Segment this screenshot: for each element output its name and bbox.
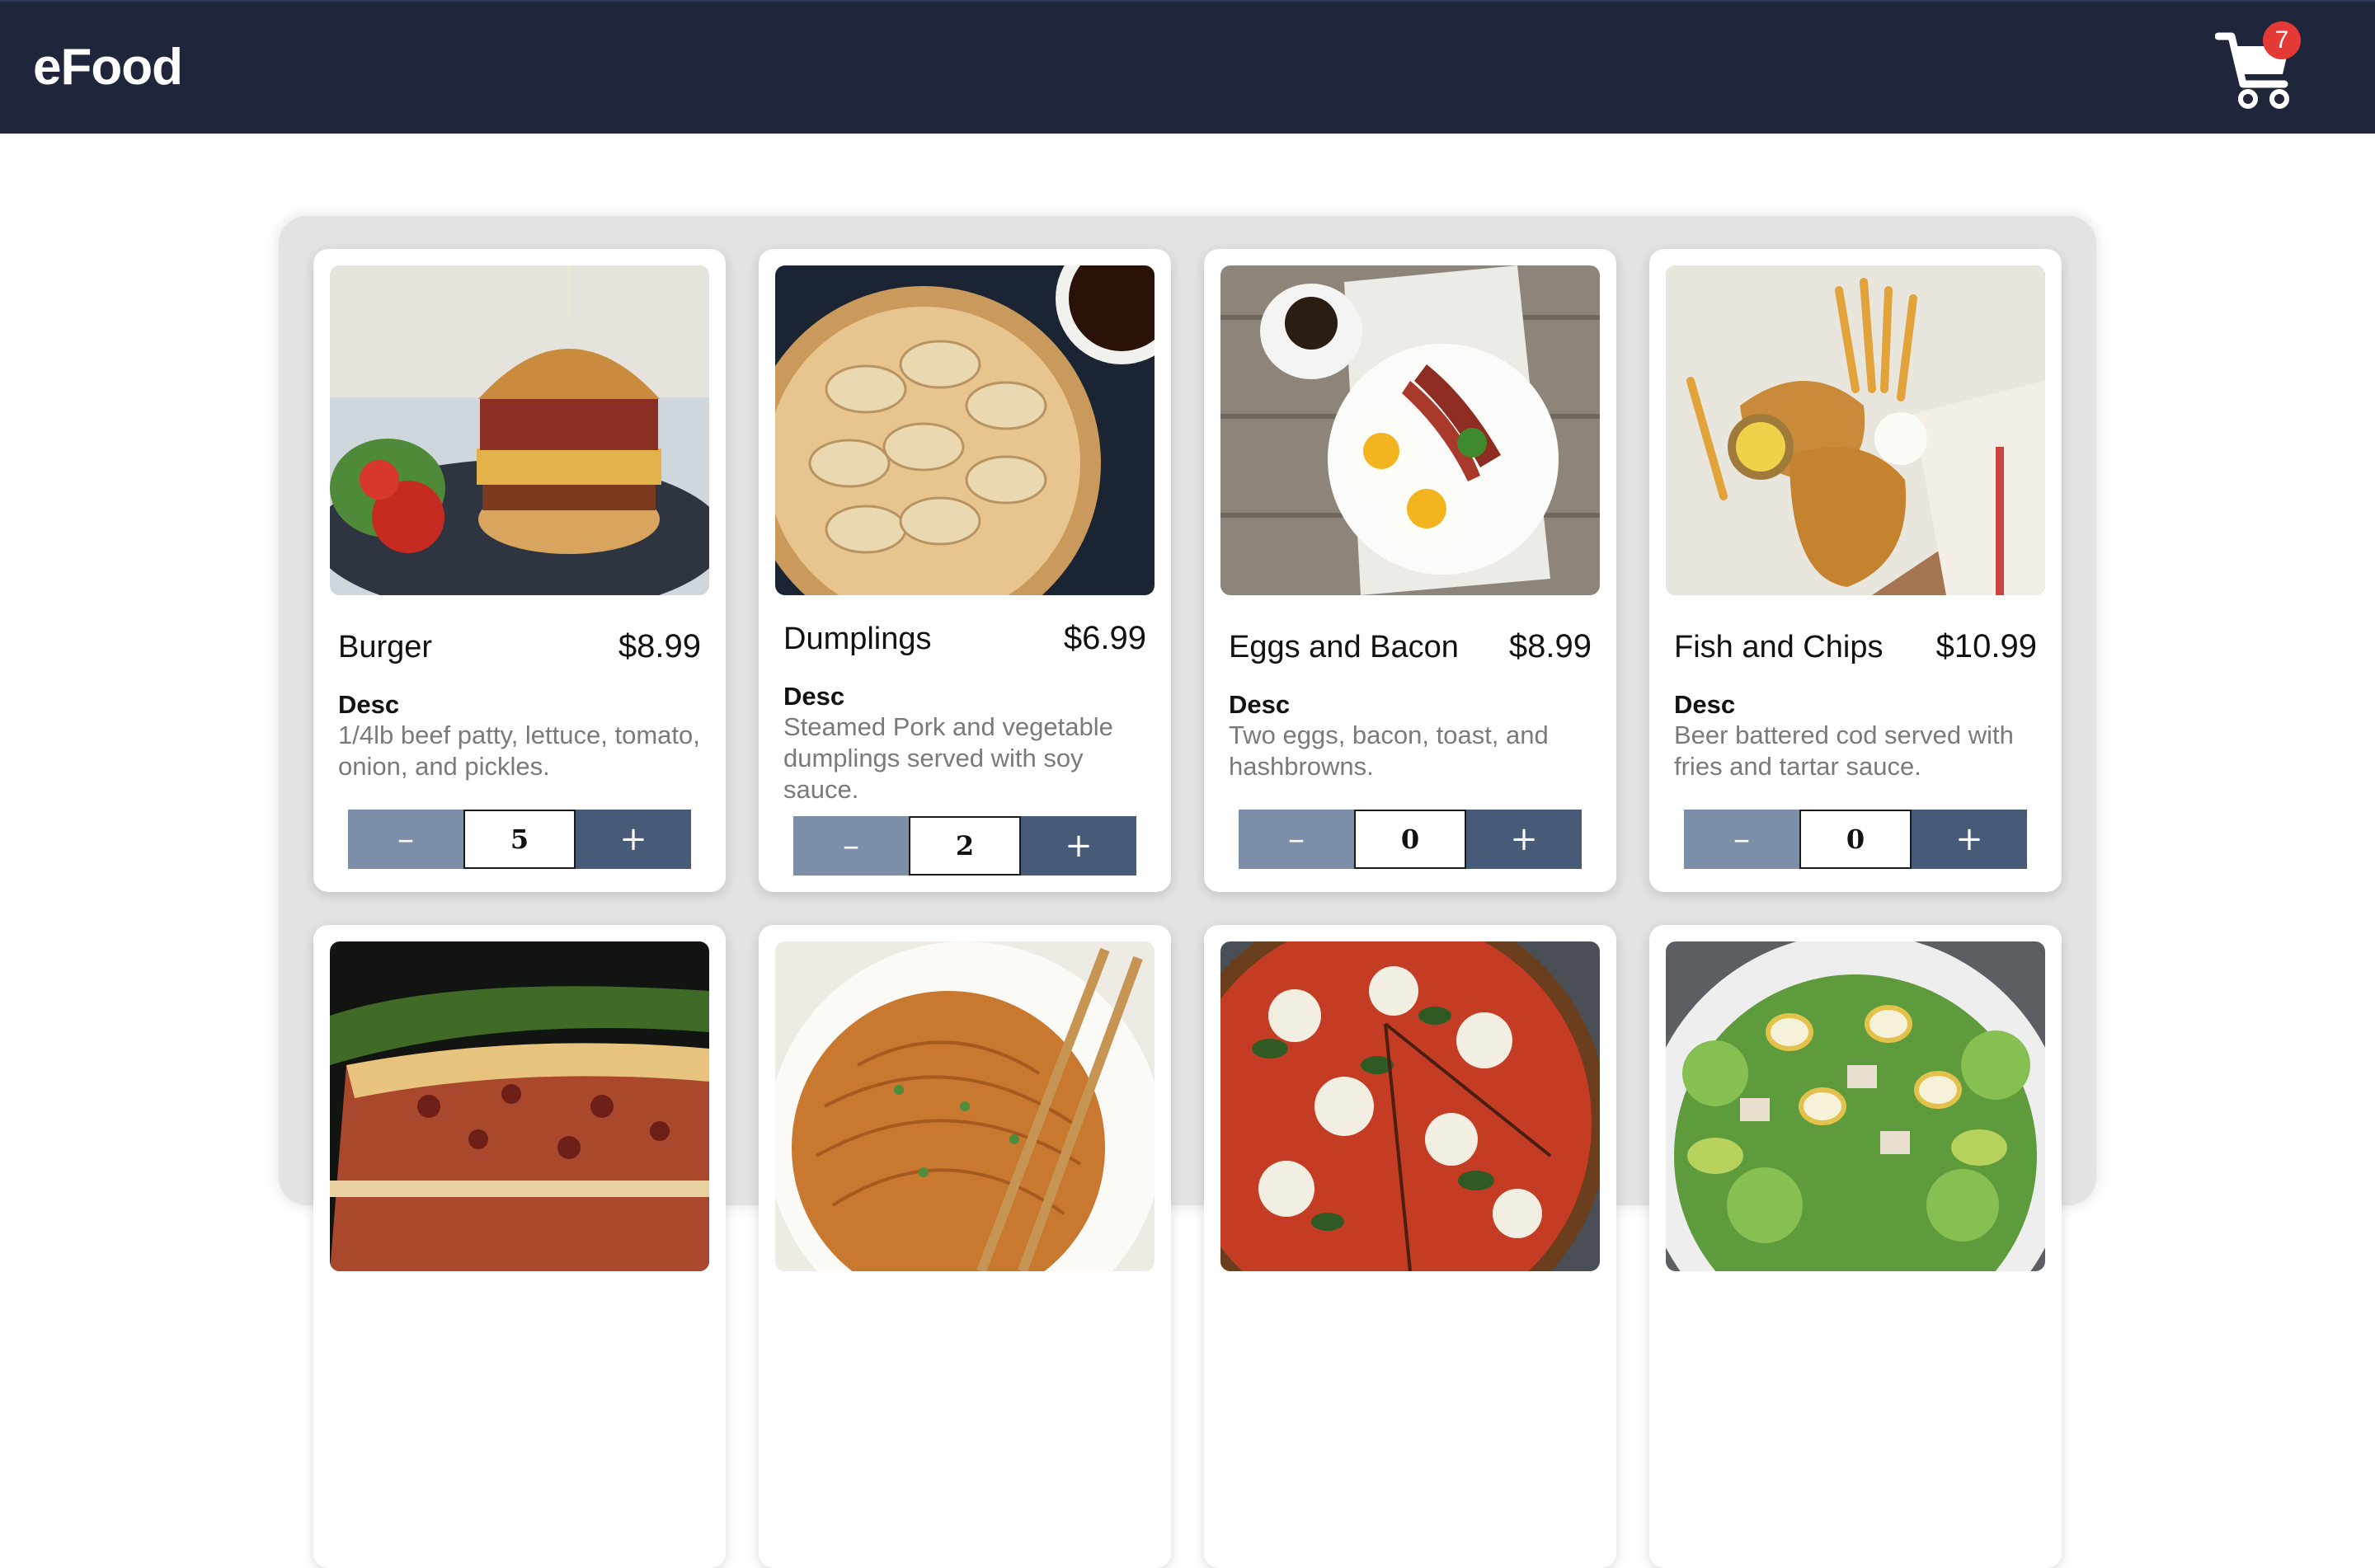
increment-button[interactable]: + bbox=[1021, 816, 1136, 876]
quantity-stepper: – + bbox=[793, 816, 1136, 876]
item-info: Eggs and Bacon $8.99 Desc Two eggs, baco… bbox=[1229, 628, 1592, 782]
decrement-button[interactable]: – bbox=[793, 816, 909, 876]
salad-photo bbox=[1666, 941, 2045, 1271]
quantity-stepper: – + bbox=[1684, 810, 2027, 869]
quantity-input[interactable] bbox=[909, 816, 1021, 876]
increment-button[interactable]: + bbox=[1912, 810, 2027, 869]
decrement-button[interactable]: – bbox=[1684, 810, 1799, 869]
quantity-input[interactable] bbox=[1799, 810, 1912, 869]
item-description: Beer battered cod served with fries and … bbox=[1674, 721, 2014, 781]
item-name: Eggs and Bacon bbox=[1229, 630, 1459, 664]
menu-item-card-lasagna bbox=[313, 925, 726, 1568]
menu-item-card-fish-and-chips: Fish and Chips $10.99 Desc Beer battered… bbox=[1649, 249, 2062, 892]
quantity-stepper: – + bbox=[1239, 810, 1582, 869]
quantity-stepper: – + bbox=[348, 810, 691, 869]
item-price: $8.99 bbox=[618, 628, 701, 664]
burger-photo bbox=[330, 265, 709, 595]
pizza-photo bbox=[1220, 941, 1600, 1271]
brand-logo[interactable]: eFood bbox=[33, 38, 183, 97]
item-info: Fish and Chips $10.99 Desc Beer battered… bbox=[1674, 628, 2037, 782]
decrement-button[interactable]: – bbox=[348, 810, 463, 869]
item-name: Fish and Chips bbox=[1674, 630, 1884, 664]
item-info: Dumplings $6.99 Desc Steamed Pork and ve… bbox=[783, 620, 1146, 805]
menu-grid: Burger $8.99 Desc 1/4lb beef patty, lett… bbox=[313, 249, 2062, 1568]
menu-item-card-dumplings: Dumplings $6.99 Desc Steamed Pork and ve… bbox=[759, 249, 1171, 892]
increment-button[interactable]: + bbox=[1466, 810, 1582, 869]
desc-label: Desc bbox=[338, 690, 400, 719]
desc-label: Desc bbox=[783, 682, 845, 711]
menu-item-card-eggs-and-bacon: Eggs and Bacon $8.99 Desc Two eggs, baco… bbox=[1204, 249, 1616, 892]
increment-button[interactable]: + bbox=[576, 810, 691, 869]
desc-label: Desc bbox=[1229, 690, 1291, 719]
navbar: eFood 7 bbox=[0, 0, 2375, 134]
cart-button[interactable]: 7 bbox=[2215, 21, 2301, 112]
item-price: $10.99 bbox=[1935, 628, 2037, 664]
dumplings-photo bbox=[775, 265, 1155, 595]
menu-item-card-burger: Burger $8.99 Desc 1/4lb beef patty, lett… bbox=[313, 249, 726, 892]
desc-label: Desc bbox=[1674, 690, 1736, 719]
noodles-photo bbox=[775, 941, 1155, 1271]
item-info: Burger $8.99 Desc 1/4lb beef patty, lett… bbox=[338, 628, 701, 782]
fish-and-chips-photo bbox=[1666, 265, 2045, 595]
item-name: Burger bbox=[338, 630, 433, 664]
menu-item-card-pizza bbox=[1204, 925, 1616, 1568]
item-price: $6.99 bbox=[1063, 620, 1146, 656]
eggs-and-bacon-photo bbox=[1220, 265, 1600, 595]
decrement-button[interactable]: – bbox=[1239, 810, 1354, 869]
item-description: Steamed Pork and vegetable dumplings ser… bbox=[783, 712, 1113, 804]
quantity-input[interactable] bbox=[463, 810, 576, 869]
item-description: Two eggs, bacon, toast, and hashbrowns. bbox=[1229, 721, 1549, 781]
quantity-input[interactable] bbox=[1354, 810, 1466, 869]
menu-item-card-salad bbox=[1649, 925, 2062, 1568]
item-price: $8.99 bbox=[1508, 628, 1592, 664]
menu-item-card-noodles bbox=[759, 925, 1171, 1568]
lasagna-photo bbox=[330, 941, 709, 1271]
cart-count-badge: 7 bbox=[2263, 21, 2301, 59]
item-description: 1/4lb beef patty, lettuce, tomato, onion… bbox=[338, 721, 700, 781]
item-name: Dumplings bbox=[783, 622, 932, 656]
